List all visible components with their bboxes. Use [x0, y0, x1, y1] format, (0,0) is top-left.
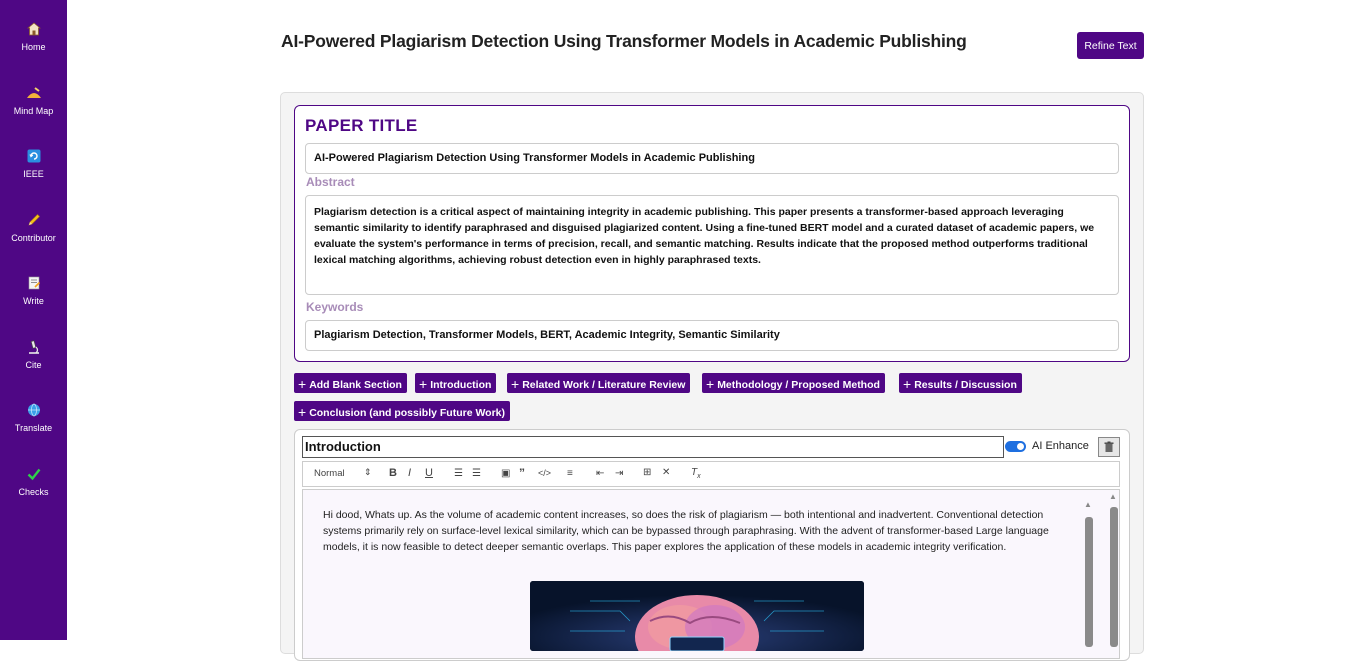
plus-icon: + [298, 376, 307, 392]
editor-scrollbar[interactable] [1085, 517, 1093, 647]
keywords-label: Keywords [306, 300, 364, 314]
plus-icon: + [298, 404, 307, 420]
italic-button[interactable]: I [408, 467, 411, 479]
indent-icon[interactable]: ⇥ [615, 468, 623, 479]
plus-icon: + [419, 376, 428, 392]
sidebar: Home Mind Map IEEE Contributor Write Cit… [0, 0, 67, 640]
ai-enhance-toggle[interactable] [1005, 441, 1026, 452]
sidebar-item-checks[interactable]: Checks [0, 467, 67, 497]
sidebar-item-label: Mind Map [13, 106, 54, 116]
sidebar-item-label: IEEE [23, 169, 44, 179]
close-icon[interactable]: ✕ [662, 467, 670, 478]
sidebar-item-label: Translate [14, 423, 53, 433]
plus-icon: + [706, 376, 715, 392]
home-icon [26, 22, 42, 38]
sidebar-item-write[interactable]: Write [0, 276, 67, 306]
table-icon[interactable]: ⊞ [643, 467, 651, 478]
add-conclusion-button[interactable]: + Conclusion (and possibly Future Work) [294, 401, 511, 421]
abstract-textarea[interactable]: Plagiarism detection is a critical aspec… [305, 195, 1119, 295]
sidebar-item-label: Cite [25, 360, 42, 370]
notepad-icon [26, 276, 42, 292]
refresh-icon [26, 149, 42, 165]
sidebar-item-label: Home [21, 42, 46, 52]
page-title: AI-Powered Plagiarism Detection Using Tr… [281, 31, 967, 51]
sidebar-item-label: Checks [18, 487, 49, 497]
scroll-up-arrow-inner[interactable]: ▲ [1084, 500, 1092, 509]
button-label: Introduction [430, 379, 492, 391]
ordered-list-icon[interactable]: ☰ [454, 468, 463, 479]
sidebar-item-label: Contributor [11, 233, 56, 243]
button-label: Conclusion (and possibly Future Work) [309, 407, 506, 419]
abstract-label: Abstract [306, 175, 355, 189]
image-icon[interactable]: ▣ [501, 468, 510, 479]
sidebar-item-cite[interactable]: Cite [0, 340, 67, 370]
code-icon[interactable]: </> [538, 468, 551, 478]
paper-title-heading: PAPER TITLE [305, 116, 418, 135]
trash-icon [1103, 441, 1115, 456]
checkmark-icon [26, 467, 42, 483]
keywords-input[interactable]: Plagiarism Detection, Transformer Models… [305, 320, 1119, 351]
sidebar-item-label: Write [23, 296, 44, 306]
add-introduction-button[interactable]: + Introduction [415, 373, 497, 393]
llm-brain-image [530, 581, 864, 651]
mind-map-icon [26, 86, 42, 102]
sidebar-item-home[interactable]: Home [0, 22, 67, 52]
scroll-up-arrow[interactable]: ▲ [1109, 492, 1117, 501]
plus-icon: + [903, 376, 912, 392]
delete-section-button[interactable] [1098, 437, 1120, 457]
globe-icon [26, 403, 42, 419]
microscope-icon [26, 340, 42, 356]
underline-button[interactable]: U [425, 467, 433, 479]
add-results-button[interactable]: + Results / Discussion [899, 373, 1022, 393]
clear-format-icon[interactable]: Tx [691, 467, 701, 480]
add-related-work-button[interactable]: + Related Work / Literature Review [507, 373, 691, 393]
quote-icon[interactable]: ” [519, 466, 525, 480]
outdent-icon[interactable]: ⇤ [596, 468, 604, 479]
button-label: Methodology / Proposed Method [717, 379, 880, 391]
sidebar-item-contributor[interactable]: Contributor [0, 213, 67, 243]
add-blank-section-button[interactable]: + Add Blank Section [294, 373, 407, 393]
refine-text-button[interactable]: Refine Text [1077, 32, 1144, 59]
sidebar-item-ieee[interactable]: IEEE [0, 149, 67, 179]
paper-title-input[interactable]: AI-Powered Plagiarism Detection Using Tr… [305, 143, 1119, 174]
section-content: Hi dood, Whats up. As the volume of acad… [323, 509, 1049, 553]
bullet-list-icon[interactable]: ☰ [472, 468, 481, 479]
bold-button[interactable]: B [389, 467, 397, 479]
button-label: Related Work / Literature Review [522, 379, 686, 391]
plus-icon: + [511, 376, 520, 392]
button-label: Add Blank Section [309, 379, 402, 391]
sidebar-item-translate[interactable]: Translate [0, 403, 67, 433]
align-left-icon[interactable]: ≡ [567, 468, 573, 479]
add-methodology-button[interactable]: + Methodology / Proposed Method [702, 373, 885, 393]
outer-scrollbar[interactable] [1110, 507, 1118, 647]
section-title-input[interactable]: Introduction [302, 436, 1004, 458]
select-arrows-icon: ⇕ [364, 467, 372, 477]
ai-enhance-label: AI Enhance [1032, 440, 1089, 452]
sidebar-item-mind-map[interactable]: Mind Map [0, 86, 67, 116]
pencil-icon [26, 213, 42, 229]
format-select[interactable]: Normal [314, 468, 345, 479]
button-label: Results / Discussion [914, 379, 1017, 391]
